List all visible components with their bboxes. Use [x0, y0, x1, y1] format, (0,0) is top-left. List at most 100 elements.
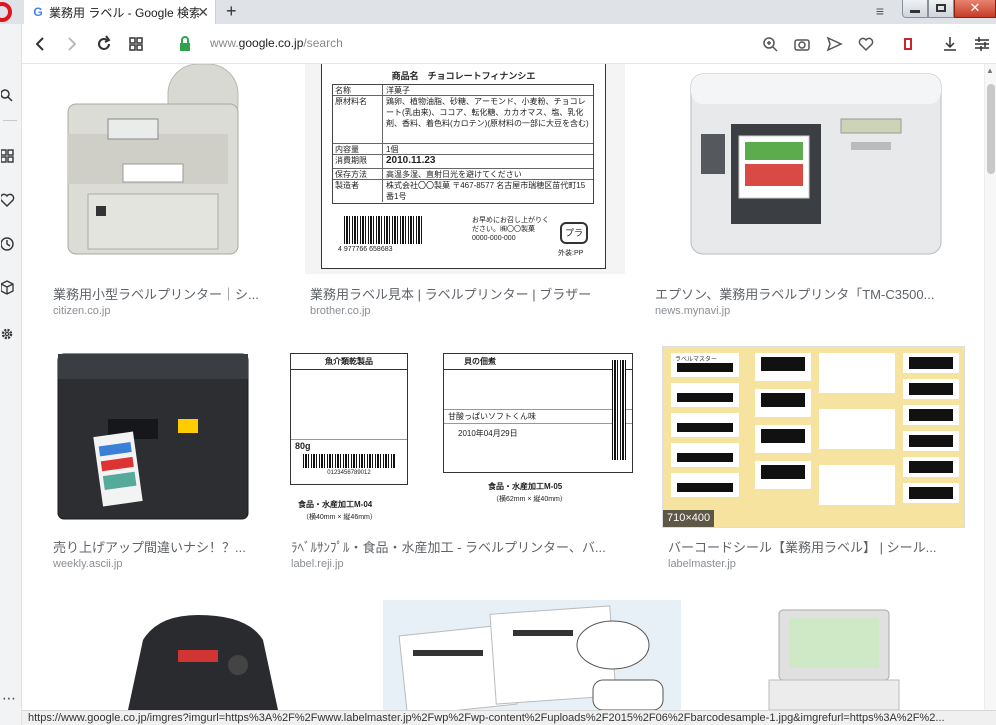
- label-row: 保存方法 高温多湿、直射日光を避けてください: [333, 169, 593, 180]
- result-thumbnail[interactable]: 魚介類乾製品 80g 0123456789012 食品・水産加工M-04 （横4…: [288, 349, 638, 525]
- result-thumbnail[interactable]: ラベルマスター 710×400: [663, 347, 964, 527]
- label-key: 名称: [333, 85, 383, 95]
- result-title[interactable]: バーコードシール【業務用ラベル】 | シール...: [668, 537, 958, 556]
- sidebar-divider: [3, 120, 17, 121]
- close-icon: ✕: [969, 0, 981, 15]
- recycle-label: 外装:PP: [558, 250, 584, 257]
- maximize-button[interactable]: [928, 0, 954, 18]
- food-label-m05: 貝の佃煮 甘酸っぱいソフトくん味 2010年04月29日: [443, 353, 633, 473]
- label-row: 内容量 1個: [333, 144, 593, 155]
- result-thumbnail[interactable]: [383, 600, 681, 710]
- pos-terminal-image: [768, 609, 900, 710]
- camera-icon[interactable]: [792, 34, 812, 54]
- result-title[interactable]: エプソン、業務用ラベルプリンタ「TM-C3500...: [655, 284, 955, 303]
- minimize-icon: [910, 10, 920, 13]
- heart-icon[interactable]: [856, 34, 876, 54]
- tab-title: 業務用 ラベル - Google 検索: [49, 5, 199, 20]
- result-thumbnail[interactable]: [48, 600, 355, 710]
- heart-icon[interactable]: [0, 192, 15, 208]
- label-value: 2010.11.23: [386, 155, 436, 166]
- sidebar-more-icon[interactable]: ⋯: [2, 690, 16, 707]
- speed-dial-icon[interactable]: [0, 148, 15, 164]
- label-table: 名称 洋菓子 原材料名 鶏卵、植物油脂、砂糖、アーモンド、小麦粉、チョコレート(乳由…: [332, 84, 594, 204]
- label-heading: 商品名 チョコレートフィナンシエ: [391, 71, 536, 81]
- label-value: 1個: [386, 145, 399, 154]
- result-source[interactable]: weekly.ascii.jp: [53, 558, 123, 570]
- result-title[interactable]: ﾗﾍﾞﾙｻﾝﾌﾟﾙ・食品・水産加工 - ラベルプリンター、バ...: [291, 537, 621, 556]
- label-caption: 食品・水産加工M-04: [298, 500, 373, 509]
- reload-icon[interactable]: [94, 34, 114, 54]
- food-label-sample: 商品名 チョコレートフィナンシエ 名称 洋菓子 原材料名 鶏卵、植物油脂、砂糖、アー…: [321, 64, 606, 269]
- dimension-badge: 710×400: [663, 510, 715, 527]
- url-path: /search: [303, 36, 343, 50]
- minimize-button[interactable]: [902, 0, 928, 18]
- close-window-button[interactable]: ✕: [954, 0, 996, 18]
- tabs-grid-icon[interactable]: [126, 34, 146, 54]
- barcode-digits: 0123456789012: [327, 470, 371, 476]
- result-source[interactable]: brother.co.jp: [310, 305, 371, 317]
- download-icon[interactable]: [940, 34, 960, 54]
- label-value: 株式会社〇〇製菓 〒467-8577 名古屋市瑞穂区苗代町15番1号: [386, 181, 586, 201]
- google-favicon-icon: G: [33, 5, 43, 19]
- search-icon[interactable]: [0, 88, 15, 104]
- label-key: 原材料名: [333, 96, 383, 143]
- address-bar[interactable]: www.google.co.jp/search: [210, 36, 343, 50]
- send-icon[interactable]: [824, 34, 844, 54]
- label-value: 鶏卵、植物油脂、砂糖、アーモンド、小麦粉、チョコレート(乳由来)、ココア、転化糖…: [386, 97, 589, 128]
- label-value: 洋菓子: [386, 86, 410, 95]
- result-thumbnail[interactable]: [651, 64, 963, 274]
- forward-icon[interactable]: [62, 34, 82, 54]
- result-source[interactable]: labelmaster.jp: [668, 558, 736, 570]
- scroll-up-icon[interactable]: ▲: [986, 66, 994, 75]
- result-source[interactable]: label.reji.jp: [291, 558, 344, 570]
- black-label-printer-image: [57, 353, 249, 520]
- label-key: 消費期限: [333, 155, 383, 168]
- recycle-mark-icon: プラ: [560, 222, 588, 244]
- label-body: [444, 370, 632, 410]
- barcode-sheet-image: [663, 347, 964, 527]
- label-title: 魚介類乾製品: [291, 354, 407, 370]
- image-results: 業務用小型ラベルプリンター｜シ... citizen.co.jp 商品名 チョコ…: [23, 64, 984, 710]
- history-icon[interactable]: [0, 236, 15, 252]
- food-label-m04: 魚介類乾製品 80g 0123456789012: [290, 353, 408, 485]
- label-printer-image: [67, 64, 239, 255]
- label-product: 甘酸っぱいソフトくん味: [444, 410, 632, 424]
- tab-menu-icon[interactable]: ≡: [872, 4, 888, 20]
- new-tab-button[interactable]: +: [226, 1, 237, 21]
- url-prefix: www.: [210, 36, 239, 50]
- label-note: お早めにお召し上がりください。㈱〇〇製菓 0000-000-000: [472, 217, 549, 242]
- result-source[interactable]: citizen.co.jp: [53, 305, 110, 317]
- tab-google-search[interactable]: G 業務用 ラベル - Google 検索 ✕: [24, 0, 216, 24]
- page-scrollbar[interactable]: ▲: [984, 64, 996, 710]
- result-title[interactable]: 売り上げアップ間違いナシ！？...: [53, 537, 258, 556]
- result-title[interactable]: 業務用小型ラベルプリンター｜シ...: [53, 284, 278, 303]
- label-key: 製造者: [333, 180, 383, 202]
- result-thumbnail[interactable]: [48, 349, 260, 525]
- label-size: （横62mm × 縦40mm）: [492, 496, 567, 503]
- back-icon[interactable]: [30, 34, 50, 54]
- settings-gear-icon[interactable]: [1, 326, 15, 342]
- extensions-cube-icon[interactable]: [0, 280, 15, 296]
- brother-printer-image: [128, 615, 278, 710]
- result-title[interactable]: 業務用ラベル見本 | ラベルプリンター | ブラザー: [310, 284, 625, 303]
- tab-close-icon[interactable]: ✕: [197, 4, 209, 20]
- result-thumbnail[interactable]: 商品名 チョコレートフィナンシエ 名称 洋菓子 原材料名 鶏卵、植物油脂、砂糖、アー…: [305, 64, 625, 274]
- label-row: 原材料名 鶏卵、植物油脂、砂糖、アーモンド、小麦粉、チョコレート(乳由来)、ココア…: [333, 96, 593, 144]
- label-body: [291, 370, 407, 440]
- result-thumbnail[interactable]: [48, 64, 278, 274]
- color-label-printer-image: [690, 73, 942, 255]
- label-weight: 80g: [295, 441, 311, 451]
- status-bar-url: https://www.google.co.jp/imgres?imgurl=h…: [22, 710, 996, 725]
- bookmark-flag-icon[interactable]: [898, 34, 918, 54]
- label-value: 高温多湿、直射日光を避けてください: [386, 170, 522, 179]
- opera-logo-icon[interactable]: [0, 2, 12, 22]
- easy-setup-icon[interactable]: [972, 34, 992, 54]
- browser-toolbar: www.google.co.jp/search: [22, 24, 996, 64]
- label-date: 2010年04月29日: [458, 429, 518, 438]
- sidebar: [0, 24, 22, 725]
- scrollbar-thumb[interactable]: [987, 84, 995, 174]
- zoom-icon[interactable]: [760, 34, 780, 54]
- result-thumbnail[interactable]: [709, 600, 964, 710]
- result-source[interactable]: news.mynavi.jp: [655, 305, 730, 317]
- lock-icon[interactable]: [175, 34, 195, 54]
